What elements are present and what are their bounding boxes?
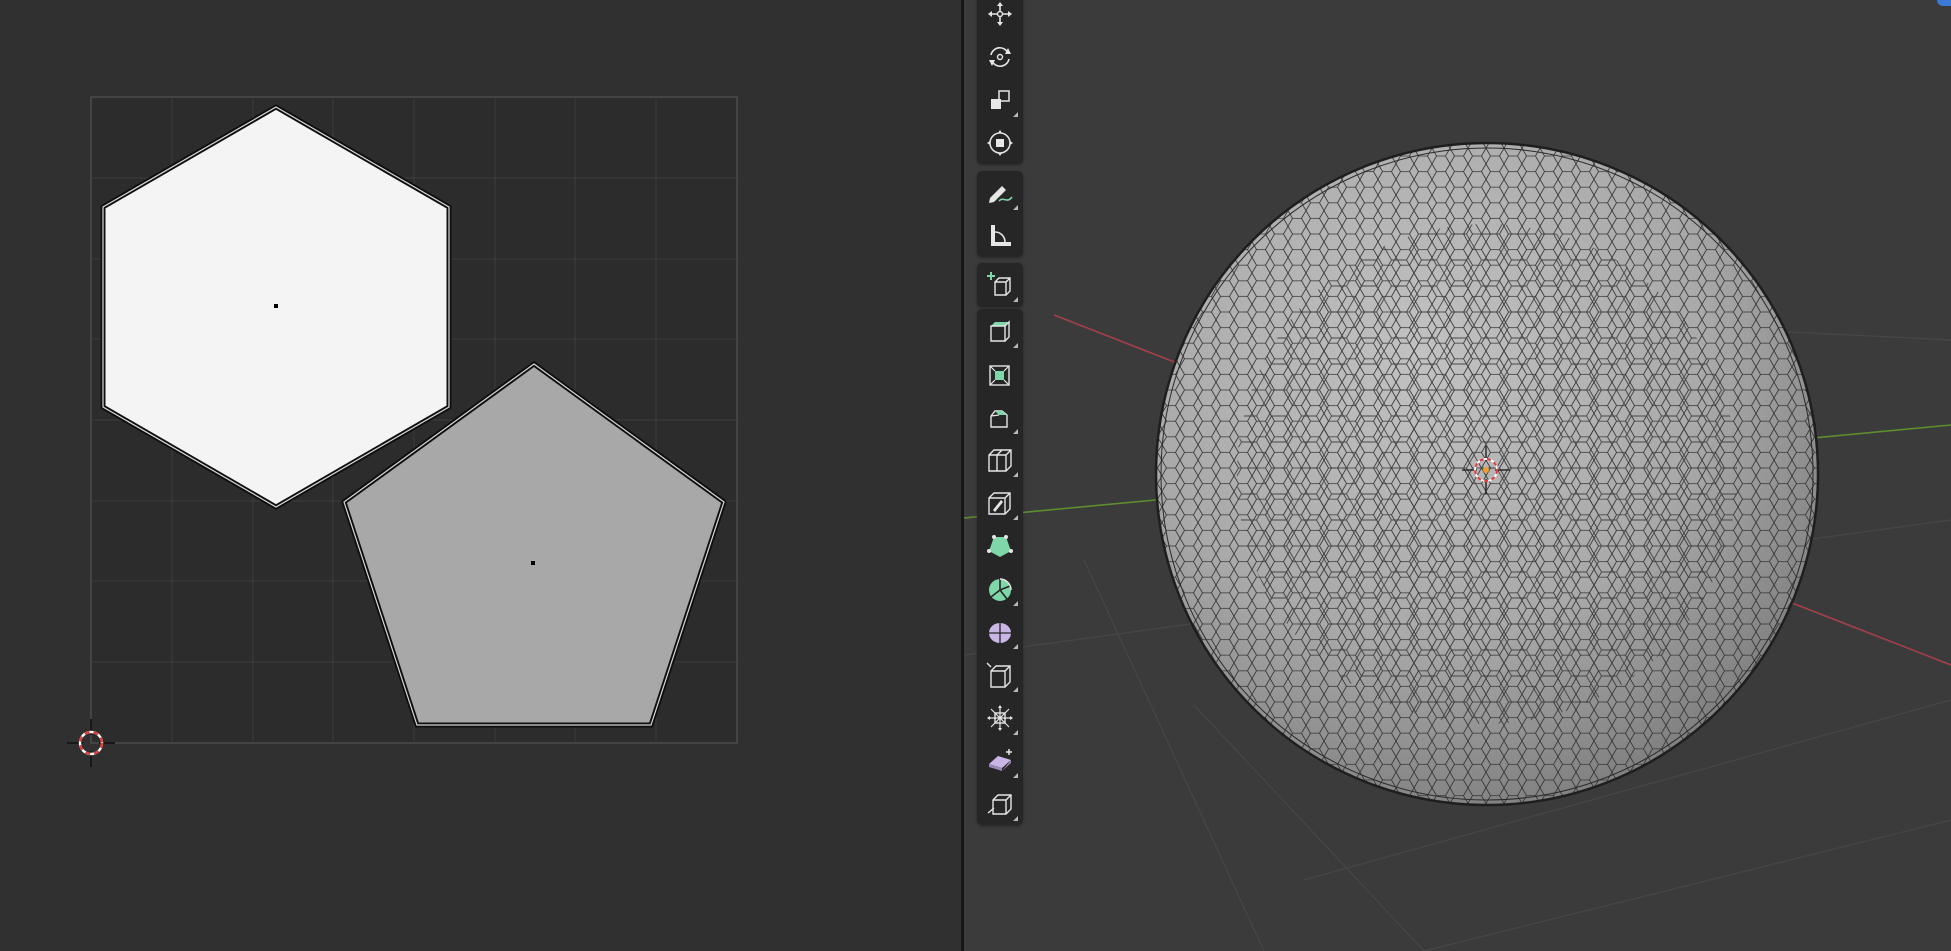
tool-transform[interactable] <box>979 123 1021 163</box>
smooth-vertices-icon <box>989 623 1011 643</box>
uv-editor[interactable] <box>0 0 961 951</box>
tool-group-transform <box>977 0 1023 164</box>
tool-shear[interactable] <box>979 741 1021 781</box>
tool-rip-region[interactable] <box>979 784 1021 824</box>
spin-icon <box>989 578 1012 601</box>
tool-group-annotate <box>977 171 1023 257</box>
tool-group-mesh-edit <box>977 309 1023 825</box>
inset-faces-icon <box>989 365 1010 386</box>
tool-annotate[interactable] <box>979 173 1021 213</box>
tool-knife[interactable] <box>979 483 1021 523</box>
tool-inset-faces[interactable] <box>979 354 1021 394</box>
pentagon-center-dot <box>531 561 535 565</box>
move-icon <box>988 2 1012 26</box>
tool-spin[interactable] <box>979 569 1021 609</box>
shear-icon <box>989 749 1012 771</box>
measure-ruler-icon <box>991 225 1011 246</box>
loop-cut-icon <box>988 449 1012 472</box>
hexagon-sphere-mesh[interactable] <box>1144 130 1834 820</box>
tool-measure[interactable] <box>979 216 1021 256</box>
selection-indicator <box>1937 0 1951 6</box>
3d-viewport[interactable] <box>964 0 1951 951</box>
rip-region-icon <box>987 794 1012 815</box>
tool-smooth[interactable] <box>979 612 1021 652</box>
extrude-region-icon <box>990 320 1010 342</box>
tool-group-add <box>977 263 1023 307</box>
knife-icon <box>988 492 1011 515</box>
shrink-fatten-icon <box>987 705 1013 731</box>
edge-slide-icon <box>986 662 1011 688</box>
tool-loop-cut[interactable] <box>979 440 1021 480</box>
bevel-icon <box>990 410 1008 428</box>
tool-poly-build[interactable] <box>979 526 1021 566</box>
tool-extrude-region[interactable] <box>979 311 1021 351</box>
transform-icon <box>987 130 1013 156</box>
rotate-icon <box>989 47 1011 67</box>
tool-bevel[interactable] <box>979 397 1021 437</box>
scale-icon <box>991 90 1010 109</box>
tool-rotate[interactable] <box>979 37 1021 77</box>
tool-add-cube[interactable] <box>979 265 1021 305</box>
add-cube-icon <box>987 272 1011 296</box>
hexagon-center-dot <box>274 304 278 308</box>
tool-move[interactable] <box>979 0 1021 34</box>
annotate-pencil-icon <box>989 186 1013 203</box>
tool-scale[interactable] <box>979 80 1021 120</box>
poly-build-icon <box>987 535 1013 557</box>
tool-edge-slide[interactable] <box>979 655 1021 695</box>
tool-shrink-fatten[interactable] <box>979 698 1021 738</box>
